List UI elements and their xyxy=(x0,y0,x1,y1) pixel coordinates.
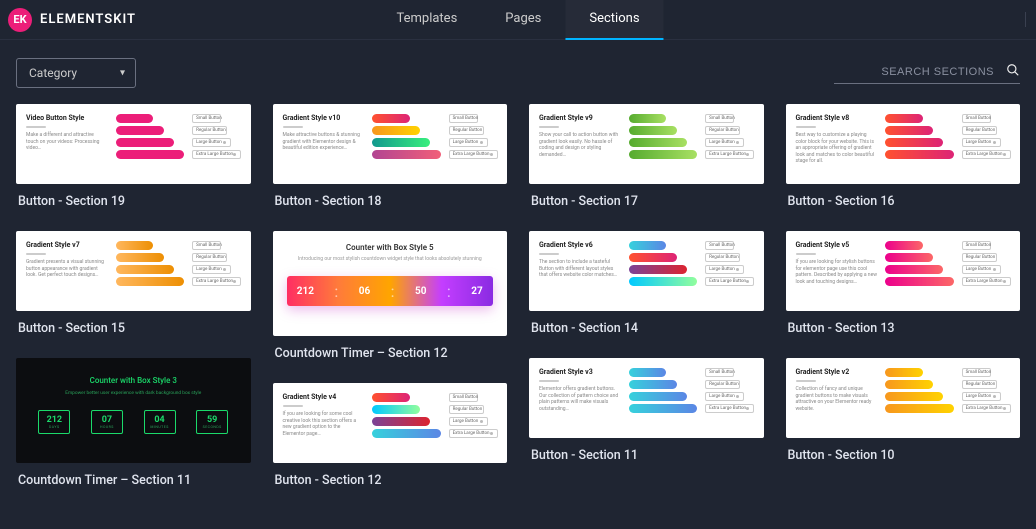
sections-grid: Video Button StyleMake a different and a… xyxy=(0,100,1036,514)
section-thumbnail: Video Button StyleMake a different and a… xyxy=(16,104,251,184)
section-title: Button - Section 14 xyxy=(529,311,764,336)
section-thumbnail: Counter with Box Style 3Empower better u… xyxy=(16,358,251,463)
search-input[interactable] xyxy=(834,66,994,78)
section-card[interactable]: Gradient Style v7Gradient presents a vis… xyxy=(16,231,251,336)
section-thumbnail: Gradient Style v9Show your call to actio… xyxy=(529,104,764,184)
section-card[interactable]: Gradient Style v6The section to include … xyxy=(529,231,764,336)
section-card[interactable]: Counter with Box Style 3Empower better u… xyxy=(16,358,251,488)
section-thumbnail: Gradient Style v2Collection of fancy and… xyxy=(786,358,1021,438)
section-title: Button - Section 15 xyxy=(16,311,251,336)
category-select[interactable]: Category ▾ xyxy=(16,58,136,88)
header-separator xyxy=(1025,12,1026,27)
section-card[interactable]: Gradient Style v5If you are looking for … xyxy=(786,231,1021,336)
search-wrap xyxy=(834,62,1020,84)
category-select-label: Category xyxy=(29,66,77,80)
section-card[interactable]: Gradient Style v9Show your call to actio… xyxy=(529,104,764,209)
section-title: Button - Section 16 xyxy=(786,184,1021,209)
chevron-down-icon: ▾ xyxy=(120,68,125,79)
tab-templates[interactable]: Templates xyxy=(372,0,481,40)
section-thumbnail: Gradient Style v8Best way to customize a… xyxy=(786,104,1021,184)
nav-tabs: TemplatesPagesSections xyxy=(372,0,663,40)
section-thumbnail: Gradient Style v7Gradient presents a vis… xyxy=(16,231,251,311)
section-title: Button - Section 12 xyxy=(273,463,508,488)
tab-pages[interactable]: Pages xyxy=(481,0,565,40)
brand-text: ELEMENTSKIT xyxy=(40,12,136,27)
section-card[interactable]: Gradient Style v8Best way to customize a… xyxy=(786,104,1021,209)
section-card[interactable]: Video Button StyleMake a different and a… xyxy=(16,104,251,209)
search-icon[interactable] xyxy=(1006,62,1020,81)
section-title: Button - Section 18 xyxy=(273,184,508,209)
section-thumbnail: Gradient Style v10Make attractive button… xyxy=(273,104,508,184)
section-thumbnail: Gradient Style v4If you are looking for … xyxy=(273,383,508,463)
section-title: Button - Section 19 xyxy=(16,184,251,209)
section-card[interactable]: Gradient Style v2Collection of fancy and… xyxy=(786,358,1021,463)
section-thumbnail: Counter with Box Style 5Introducing our … xyxy=(273,231,508,336)
section-card[interactable]: Gradient Style v4If you are looking for … xyxy=(273,383,508,488)
section-title: Button - Section 13 xyxy=(786,311,1021,336)
section-thumbnail: Gradient Style v5If you are looking for … xyxy=(786,231,1021,311)
section-title: Button - Section 10 xyxy=(786,438,1021,463)
section-title: Countdown Timer – Section 11 xyxy=(16,463,251,488)
section-card[interactable]: Gradient Style v10Make attractive button… xyxy=(273,104,508,209)
section-card[interactable]: Gradient Style v3Elementor offers gradie… xyxy=(529,358,764,463)
subbar: Category ▾ xyxy=(0,40,1036,100)
tab-sections[interactable]: Sections xyxy=(565,0,663,40)
section-thumbnail: Gradient Style v3Elementor offers gradie… xyxy=(529,358,764,438)
brand: EK ELEMENTSKIT xyxy=(8,8,136,32)
section-title: Button - Section 17 xyxy=(529,184,764,209)
brand-icon: EK xyxy=(8,8,32,32)
section-title: Countdown Timer – Section 12 xyxy=(273,336,508,361)
section-title: Button - Section 11 xyxy=(529,438,764,463)
header-bar: EK ELEMENTSKIT TemplatesPagesSections xyxy=(0,0,1036,40)
section-thumbnail: Gradient Style v6The section to include … xyxy=(529,231,764,311)
section-card[interactable]: Counter with Box Style 5Introducing our … xyxy=(273,231,508,361)
